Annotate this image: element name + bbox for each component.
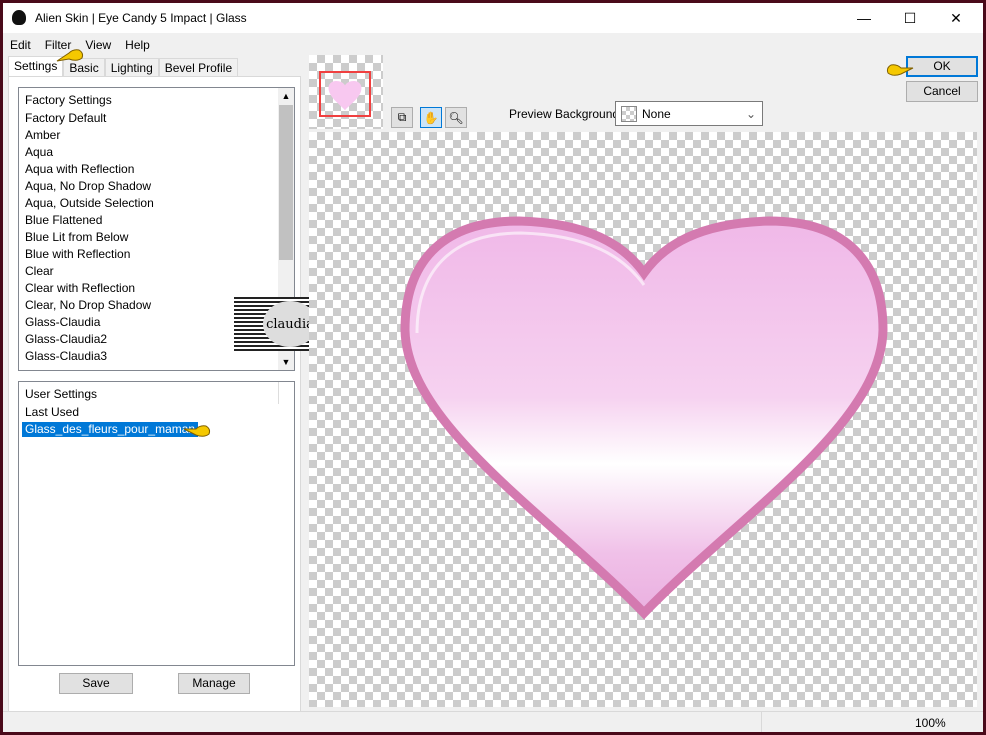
preview-background-value: None: [642, 106, 671, 121]
pointing-hand-icon: [183, 425, 211, 437]
navigator-thumbnail[interactable]: [309, 55, 383, 129]
eye-candy-window: Alien Skin | Eye Candy 5 Impact | Glass …: [3, 3, 983, 732]
list-item[interactable]: Aqua, No Drop Shadow: [19, 178, 294, 195]
list-item[interactable]: Clear with Reflection: [19, 280, 294, 297]
chevron-down-icon: ⌄: [745, 106, 756, 121]
title-bar: Alien Skin | Eye Candy 5 Impact | Glass …: [3, 3, 983, 33]
preview-canvas[interactable]: [309, 132, 977, 707]
close-button[interactable]: ✕: [933, 3, 979, 33]
scroll-up-icon[interactable]: ▲: [278, 88, 294, 104]
list-item[interactable]: Aqua with Reflection: [19, 161, 294, 178]
list-item[interactable]: Last Used: [19, 404, 294, 421]
checker-swatch-icon: [621, 105, 637, 122]
pointing-hand-icon: [56, 49, 84, 62]
ok-button[interactable]: OK: [906, 56, 978, 77]
hand-tool-icon[interactable]: ✋: [420, 107, 442, 128]
menu-edit[interactable]: Edit: [3, 35, 38, 55]
scroll-thumb[interactable]: [279, 105, 293, 260]
list-item[interactable]: Blue with Reflection: [19, 246, 294, 263]
preview-background-select[interactable]: None ⌄: [615, 101, 763, 126]
preview-toggle-icon[interactable]: ⧉: [391, 107, 413, 128]
user-settings-header: User Settings: [19, 382, 279, 404]
app-icon: [12, 10, 26, 25]
glass-heart-preview: [400, 216, 888, 620]
minimize-button[interactable]: —: [841, 3, 887, 33]
manage-button[interactable]: Manage: [178, 673, 250, 694]
maximize-button[interactable]: ☐: [887, 3, 933, 33]
tab-bevel-profile[interactable]: Bevel Profile: [158, 58, 239, 76]
list-item-selected[interactable]: Glass_des_fleurs_pour_maman: [19, 421, 294, 438]
scroll-down-icon[interactable]: ▼: [278, 354, 294, 370]
list-item[interactable]: Clear: [19, 263, 294, 280]
window-title: Alien Skin | Eye Candy 5 Impact | Glass: [35, 11, 247, 25]
pointing-hand-icon: [886, 64, 914, 76]
tab-strip: Settings Basic Lighting Bevel Profile: [8, 56, 239, 76]
zoom-tool-icon[interactable]: 🔍︎: [445, 107, 467, 128]
zoom-level: 100%: [915, 716, 946, 730]
list-item[interactable]: Factory Default: [19, 110, 294, 127]
preview-background-label: Preview Background:: [509, 107, 623, 121]
list-item[interactable]: Blue Lit from Below: [19, 229, 294, 246]
list-item[interactable]: Blue Flattened: [19, 212, 294, 229]
thumbnail-heart: [328, 81, 362, 111]
cancel-button[interactable]: Cancel: [906, 81, 978, 102]
list-item[interactable]: Aqua, Outside Selection: [19, 195, 294, 212]
tab-lighting[interactable]: Lighting: [104, 58, 159, 76]
menu-help[interactable]: Help: [118, 35, 157, 55]
save-button[interactable]: Save: [59, 673, 133, 694]
status-bar: 100%: [3, 711, 983, 732]
factory-settings-header: Factory Settings: [25, 93, 112, 107]
user-settings-list[interactable]: User Settings Last Used Glass_des_fleurs…: [18, 381, 295, 666]
list-item[interactable]: Amber: [19, 127, 294, 144]
settings-panel: Factory Settings Factory Default Amber Aqu…: [8, 76, 346, 717]
list-item[interactable]: Aqua: [19, 144, 294, 161]
